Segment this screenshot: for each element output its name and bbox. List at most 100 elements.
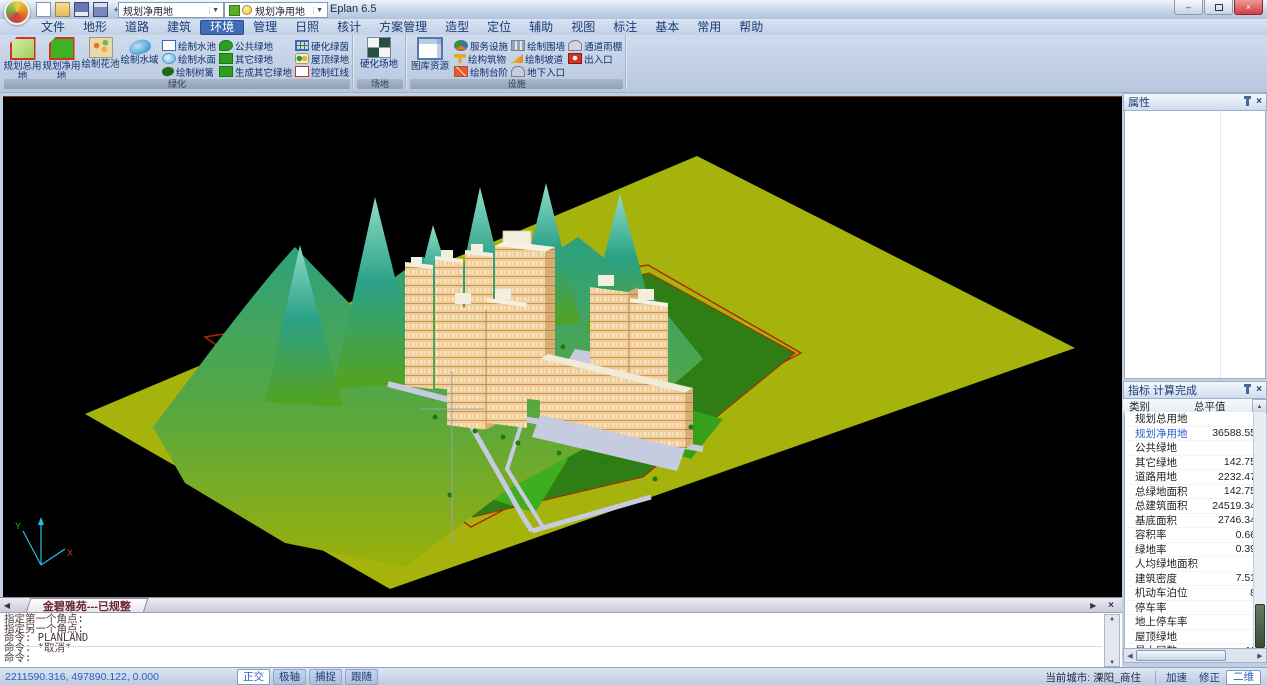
table-row[interactable]: 建筑密度7.51 bbox=[1125, 572, 1265, 587]
ribbon-column: 绘制水池 绘制水面 绘制树篱 bbox=[162, 36, 216, 80]
table-row[interactable]: 地上停车率 bbox=[1125, 615, 1265, 630]
menu-road[interactable]: 道路 bbox=[116, 20, 158, 34]
underground-entrance-button[interactable]: 地下入口 bbox=[511, 65, 565, 78]
draw-pool-button[interactable]: 绘制水池 bbox=[162, 39, 216, 52]
open-file-icon[interactable] bbox=[55, 2, 70, 17]
horizontal-scrollbar[interactable]: ◀ ▶ bbox=[1123, 648, 1267, 663]
correction-button[interactable]: 修正 bbox=[1193, 670, 1226, 685]
viewport-3d[interactable]: Y X bbox=[3, 96, 1122, 598]
table-row[interactable]: 道路用地2232.47 bbox=[1125, 470, 1265, 485]
scrollbar-thumb[interactable] bbox=[1255, 604, 1265, 648]
control-redline-button[interactable]: 控制红线 bbox=[295, 65, 349, 78]
menu-file[interactable]: 文件 bbox=[32, 20, 74, 34]
close-icon[interactable]: × bbox=[1256, 97, 1262, 107]
chevron-down-icon[interactable]: ▼ bbox=[313, 7, 325, 14]
entrance-exit-button[interactable]: 出入口 bbox=[568, 52, 622, 65]
menu-terrain[interactable]: 地形 bbox=[74, 20, 116, 34]
menu-annotate[interactable]: 标注 bbox=[604, 20, 646, 34]
plan-net-land-button[interactable]: 规划净用地 bbox=[42, 36, 81, 80]
table-row[interactable]: 容积率0.66 bbox=[1125, 528, 1265, 543]
generate-other-green-button[interactable]: 生成其它绿地 bbox=[219, 65, 292, 78]
table-row[interactable]: 绿地率0.39 bbox=[1125, 543, 1265, 558]
menu-scheme[interactable]: 方案管理 bbox=[370, 20, 436, 34]
track-toggle[interactable]: 跟随 bbox=[345, 669, 378, 685]
other-green-button[interactable]: 其它绿地 bbox=[219, 52, 292, 65]
land-type-dropdown[interactable]: 规划净用地 ▼ bbox=[118, 2, 224, 18]
draw-water-area-button[interactable]: 绘制水域 bbox=[120, 36, 159, 80]
draw-flowerbed-button[interactable]: 绘制花池 bbox=[81, 36, 120, 80]
table-row[interactable]: 其它绿地142.75 bbox=[1125, 456, 1265, 471]
table-row[interactable]: 基底面积2746.34 bbox=[1125, 514, 1265, 529]
minimize-button[interactable]: – bbox=[1174, 0, 1203, 15]
hardened-site-button[interactable]: 硬化场地 bbox=[356, 36, 402, 80]
tab-close-icon[interactable]: × bbox=[1108, 600, 1114, 611]
tab-scroll-left-icon[interactable]: ◀ bbox=[0, 601, 14, 610]
close-button[interactable]: × bbox=[1234, 0, 1263, 15]
menu-manage[interactable]: 管理 bbox=[244, 20, 286, 34]
draw-fence-button[interactable]: 绘制围墙 bbox=[511, 39, 565, 52]
vertical-scrollbar[interactable] bbox=[1253, 412, 1266, 650]
draw-water-surface-button[interactable]: 绘制水面 bbox=[162, 52, 216, 65]
table-row[interactable]: 规划总用地 bbox=[1125, 412, 1265, 427]
table-row[interactable]: 总建筑面积24519.342 bbox=[1125, 499, 1265, 514]
properties-panel-body[interactable] bbox=[1124, 110, 1266, 379]
command-scrollbar[interactable]: ▲ ▼ bbox=[1104, 614, 1120, 667]
scroll-right-arrow[interactable]: ▶ bbox=[1254, 652, 1266, 660]
button-label: 图库资源 bbox=[411, 62, 449, 72]
menu-modeling[interactable]: 造型 bbox=[436, 20, 478, 34]
snap-toggle[interactable]: 捕捉 bbox=[309, 669, 342, 685]
library-resources-button[interactable]: 图库资源 bbox=[409, 36, 451, 80]
plan-total-land-button[interactable]: 规划总用地 bbox=[3, 36, 42, 80]
roof-green-button[interactable]: 屋顶绿地 bbox=[295, 52, 349, 65]
scroll-up-arrow[interactable]: ▲ bbox=[1110, 615, 1114, 622]
service-facility-button[interactable]: 服务设施 bbox=[454, 39, 508, 52]
restore-button[interactable] bbox=[1204, 0, 1233, 15]
ortho-toggle[interactable]: 正交 bbox=[237, 669, 270, 685]
scroll-down-arrow[interactable]: ▼ bbox=[1110, 659, 1114, 666]
table-row[interactable]: 总绿地面积142.75 bbox=[1125, 485, 1265, 500]
scrollbar-thumb[interactable] bbox=[1136, 650, 1226, 661]
command-window[interactable]: 指定第一个角点: 指定另一个角点: 命令: PLANLAND 命令: *取消* … bbox=[0, 612, 1122, 668]
save-icon[interactable] bbox=[74, 2, 89, 17]
menu-sunlight[interactable]: 日照 bbox=[286, 20, 328, 34]
new-file-icon[interactable] bbox=[36, 2, 51, 17]
chevron-down-icon[interactable]: ▼ bbox=[209, 7, 221, 14]
drawing-tab-active[interactable]: 金碧雅苑---已规整 bbox=[26, 598, 149, 613]
menu-check[interactable]: 核计 bbox=[328, 20, 370, 34]
public-green-button[interactable]: 公共绿地 bbox=[219, 39, 292, 52]
pin-icon[interactable] bbox=[1246, 387, 1249, 394]
table-row[interactable]: 屋顶绿地 bbox=[1125, 630, 1265, 645]
table-row[interactable]: 停车率 bbox=[1125, 601, 1265, 616]
draw-hedge-button[interactable]: 绘制树篱 bbox=[162, 65, 216, 78]
layer-style-dropdown[interactable]: 规划净用地 ▼ bbox=[224, 2, 328, 18]
app-logo-icon[interactable] bbox=[4, 0, 30, 25]
2d-mode-button[interactable]: 二维 bbox=[1226, 670, 1261, 685]
menu-assist[interactable]: 辅助 bbox=[520, 20, 562, 34]
status-bar: 2211590.316, 497890.122, 0.000 正交 极轴 捕捉 … bbox=[0, 667, 1267, 685]
table-row[interactable]: 公共绿地 bbox=[1125, 441, 1265, 456]
draw-structure-button[interactable]: 绘构筑物 bbox=[454, 52, 508, 65]
close-icon[interactable]: × bbox=[1256, 385, 1262, 395]
menu-common[interactable]: 常用 bbox=[688, 20, 730, 34]
menu-basic[interactable]: 基本 bbox=[646, 20, 688, 34]
table-row[interactable]: 人均绿地面积 bbox=[1125, 557, 1265, 572]
menu-view[interactable]: 视图 bbox=[562, 20, 604, 34]
table-row[interactable]: 机动车泊位8 bbox=[1125, 586, 1265, 601]
menu-building[interactable]: 建筑 bbox=[158, 20, 200, 34]
table-row[interactable]: 规划净用地36588.553 bbox=[1125, 427, 1265, 442]
menu-environment[interactable]: 环境 bbox=[200, 20, 244, 35]
menu-positioning[interactable]: 定位 bbox=[478, 20, 520, 34]
save-all-icon[interactable] bbox=[93, 2, 108, 17]
tab-scroll-right-icon[interactable]: ▶ bbox=[1086, 601, 1100, 610]
draw-steps-button[interactable]: 绘制台阶 bbox=[454, 65, 508, 78]
menu-help[interactable]: 帮助 bbox=[730, 20, 772, 34]
hardened-green-button[interactable]: 硬化绿茵 bbox=[295, 39, 349, 52]
application-window: ↩ ↪ 规划净用地 ▼ 规划净用地 ▼ Eplan 6.5 – × 文件 地形 … bbox=[0, 0, 1267, 685]
polar-toggle[interactable]: 极轴 bbox=[273, 669, 306, 685]
pin-icon[interactable] bbox=[1246, 99, 1249, 106]
scroll-left-arrow[interactable]: ◀ bbox=[1124, 652, 1136, 660]
accelerate-button[interactable]: 加速 bbox=[1160, 670, 1193, 685]
canopy-button[interactable]: 通道雨棚 bbox=[568, 39, 622, 52]
command-input[interactable]: 命令: bbox=[4, 646, 1102, 665]
draw-ramp-button[interactable]: 绘制坡道 bbox=[511, 52, 565, 65]
